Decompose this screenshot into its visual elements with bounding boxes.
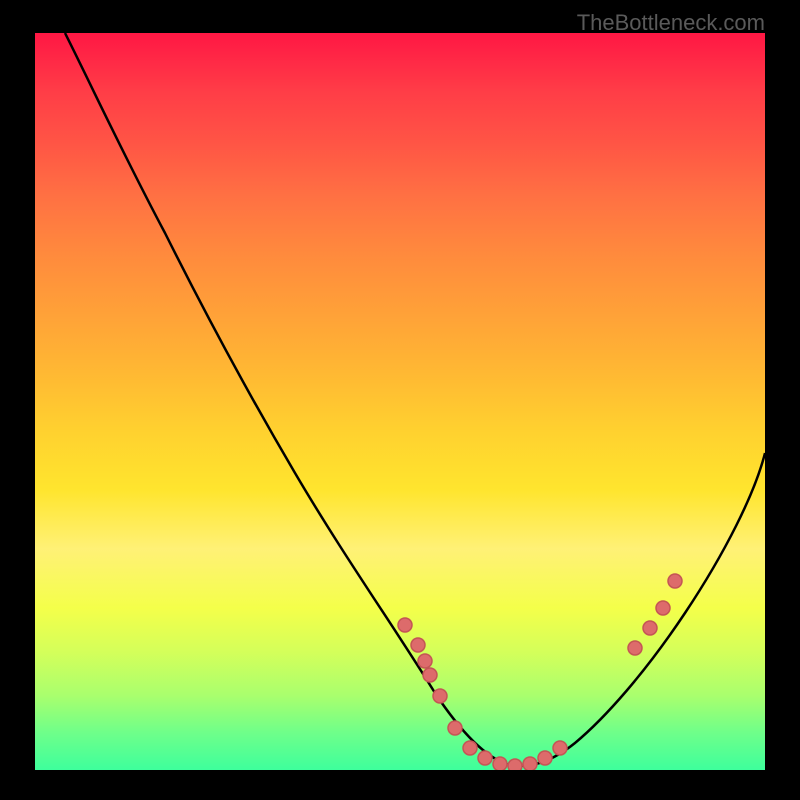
watermark-text: TheBottleneck.com (577, 10, 765, 36)
chart-container: TheBottleneck.com (0, 0, 800, 800)
plot-gradient-background (35, 33, 765, 770)
